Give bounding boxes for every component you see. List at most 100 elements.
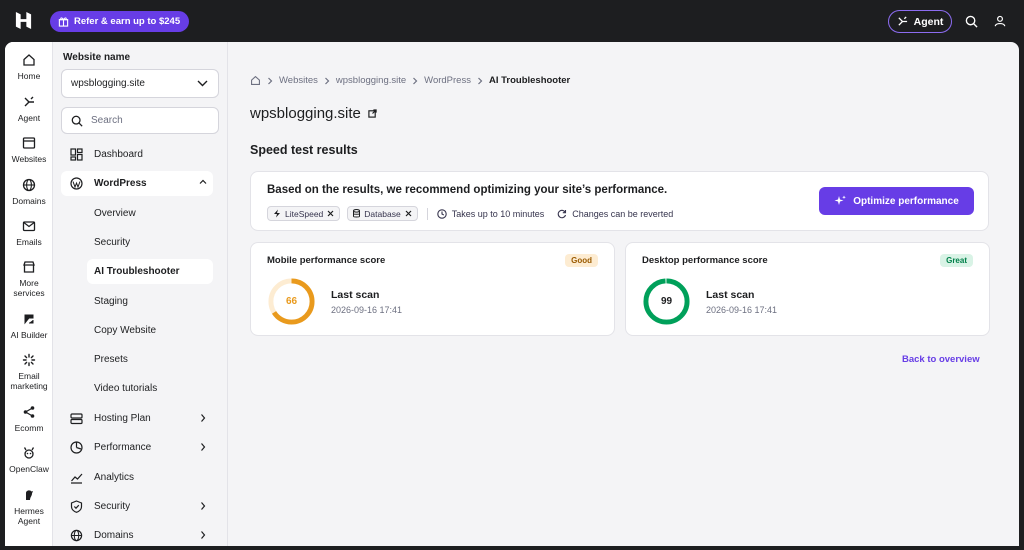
search-input[interactable]: Search (61, 107, 219, 134)
score-title: Desktop performance score (642, 255, 768, 266)
page-title: wpsblogging.site (250, 105, 377, 122)
refer-earn-button[interactable]: Refer & earn up to $245 (50, 11, 190, 32)
scan-date: 2026-09-16 17:41 (331, 305, 403, 315)
sub-label: Security (94, 237, 131, 248)
icon-rail: Home Agent Websites Domains Emails More … (5, 42, 53, 546)
score-value: 66 (285, 296, 298, 307)
rail-item-hermes-agent[interactable]: Hermes Agent (5, 488, 53, 526)
clock-icon (436, 208, 447, 219)
external-link-icon[interactable] (368, 109, 377, 118)
sub-item-security[interactable]: Security (87, 230, 213, 255)
search-placeholder: Search (91, 115, 123, 126)
website-select[interactable]: wpsblogging.site (61, 69, 219, 98)
database-icon (353, 209, 361, 218)
breadcrumb-wordpress[interactable]: WordPress (424, 75, 471, 86)
bolt-icon (274, 209, 280, 218)
nav-label: Performance (94, 442, 152, 453)
nav-label: WordPress (94, 178, 147, 189)
back-to-overview-link[interactable]: Back to overview (902, 354, 980, 365)
rail-label: AI Builder (10, 330, 48, 340)
rail-item-home[interactable]: Home (5, 53, 53, 81)
close-icon[interactable] (405, 210, 412, 217)
last-scan-label: Last scan (706, 289, 755, 301)
rail-label: Websites (11, 154, 47, 164)
store-icon (23, 261, 35, 273)
breadcrumb-site[interactable]: wpsblogging.site (336, 75, 406, 86)
sub-label: Video tutorials (94, 383, 158, 394)
recommendation-card: Based on the results, we recommend optim… (250, 171, 989, 231)
chevron-right-icon (201, 502, 206, 510)
chevron-right-icon (201, 443, 206, 451)
openclaw-icon (23, 447, 35, 459)
rail-item-ai-builder[interactable]: AI Builder (5, 312, 53, 340)
section-title: Speed test results (250, 143, 358, 157)
chevron-right-icon (478, 77, 483, 84)
hermes-icon (26, 490, 33, 500)
selected-site: wpsblogging.site (71, 78, 145, 89)
website-name-label: Website name (63, 52, 131, 63)
sub-item-staging[interactable]: Staging (87, 289, 213, 314)
nav-item-dashboard[interactable]: Dashboard (61, 142, 213, 167)
optimize-performance-button[interactable]: Optimize performance (819, 187, 974, 215)
sub-item-overview[interactable]: Overview (87, 201, 213, 226)
mail-icon (22, 221, 36, 232)
optimize-label: Optimize performance (853, 195, 959, 207)
chevron-right-icon (201, 414, 206, 422)
close-icon[interactable] (327, 210, 334, 217)
sub-item-video-tutorials[interactable]: Video tutorials (87, 376, 213, 401)
sub-item-presets[interactable]: Presets (87, 347, 213, 372)
rail-label: Home (17, 71, 41, 81)
breadcrumb-websites[interactable]: Websites (279, 75, 318, 86)
page-title-text: wpsblogging.site (250, 105, 361, 122)
rail-item-more-services[interactable]: More services (5, 260, 53, 298)
nav-label: Domains (94, 530, 134, 541)
rail-item-domains[interactable]: Domains (5, 178, 53, 206)
sub-item-ai-troubleshooter[interactable]: AI Troubleshooter (87, 259, 213, 284)
score-title: Mobile performance score (267, 255, 386, 266)
refer-label: Refer & earn up to $245 (74, 16, 181, 27)
rail-item-agent[interactable]: Agent (5, 95, 53, 123)
nav-item-domains[interactable]: Domains (61, 523, 213, 546)
rail-item-websites[interactable]: Websites (5, 136, 53, 164)
share-icon (23, 406, 35, 418)
top-bar: Refer & earn up to $245 Agent (0, 0, 1024, 42)
chevron-up-icon (199, 179, 207, 184)
chevron-right-icon (201, 531, 206, 539)
sub-label: Presets (94, 354, 128, 365)
desktop-score-card: Desktop performance score Great 99 Last … (625, 242, 990, 336)
account-icon[interactable] (991, 12, 1009, 30)
search-icon[interactable] (962, 12, 980, 30)
nav-label: Dashboard (94, 149, 143, 160)
nav-item-wordpress[interactable]: WordPress (61, 171, 213, 196)
rail-label: Agent (17, 113, 41, 123)
ai-builder-icon (24, 314, 34, 325)
rail-item-openclaw[interactable]: OpenClaw (5, 446, 53, 474)
hostinger-logo-icon[interactable] (14, 11, 33, 30)
nav-item-hosting-plan[interactable]: Hosting Plan (61, 406, 213, 431)
nav-item-performance[interactable]: Performance (61, 435, 213, 460)
nav-item-analytics[interactable]: Analytics (61, 465, 213, 490)
time-note: Takes up to 10 minutes (436, 208, 544, 219)
gift-icon (58, 17, 69, 27)
server-icon (69, 412, 83, 426)
status-badge: Great (940, 254, 973, 267)
wordpress-icon (69, 177, 83, 191)
nav-item-security[interactable]: Security (61, 494, 213, 519)
rail-label: Ecomm (14, 423, 44, 433)
nav-label: Security (94, 501, 131, 512)
mobile-score-card: Mobile performance score Good 66 Last sc… (250, 242, 615, 336)
dashboard-icon (69, 148, 83, 162)
agent-button[interactable]: Agent (888, 10, 952, 33)
rail-item-emails[interactable]: Emails (5, 219, 53, 247)
rail-item-email-marketing[interactable]: Email marketing (5, 353, 53, 391)
globe-icon (22, 178, 36, 192)
recommendation-meta: LiteSpeed Database Takes up to 10 minute… (267, 206, 679, 221)
sub-item-copy-website[interactable]: Copy Website (87, 318, 213, 343)
websites-icon (22, 137, 36, 149)
chevron-right-icon (413, 77, 418, 84)
chevron-down-icon (197, 80, 208, 87)
breadcrumb: Websites wpsblogging.site WordPress AI T… (250, 75, 570, 86)
rail-item-ecomm[interactable]: Ecomm (5, 405, 53, 433)
last-scan-label: Last scan (331, 289, 380, 301)
home-icon[interactable] (250, 75, 261, 86)
